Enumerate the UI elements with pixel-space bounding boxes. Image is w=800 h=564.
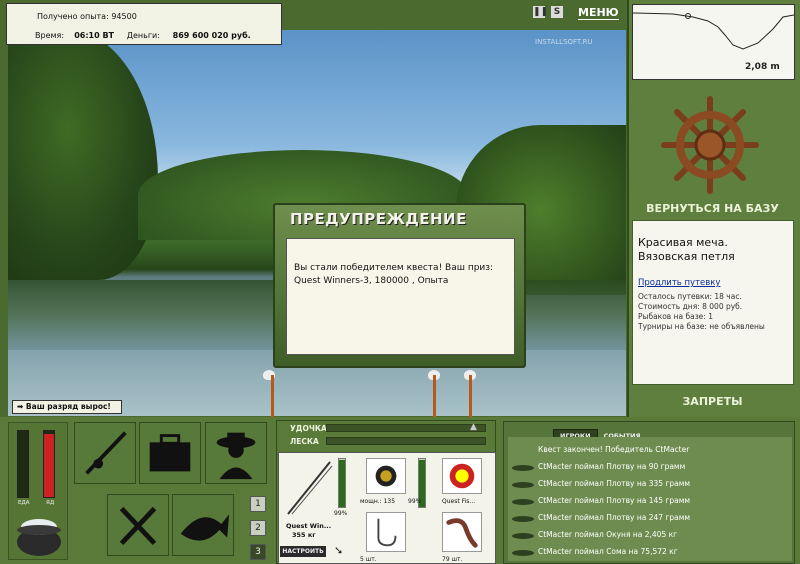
hook-slot[interactable] [366, 512, 406, 552]
rod-wear-pct: 99% [334, 510, 348, 517]
tackle-box-icon [149, 434, 191, 472]
event-row: CtMacter поймал Сома на 75,572 кг [538, 547, 678, 556]
money-value: 869 600 020 руб. [172, 31, 251, 40]
reel-power: мощн.: 135 [360, 498, 396, 505]
rod-icon [287, 461, 333, 515]
experience-label: Получено опыта: [37, 12, 109, 21]
bait-meter-label: ЯД [46, 500, 55, 506]
rod-stand[interactable] [271, 375, 274, 420]
experience-value: 94500 [111, 12, 137, 21]
rank-notice-text: Ваш разряд вырос! [25, 402, 111, 411]
food-meter-label: ЕДА [18, 500, 30, 506]
fish-icon [512, 550, 534, 556]
triangle-up-icon[interactable]: ▲ [470, 422, 477, 432]
hook-count: 5 шт. [360, 556, 377, 563]
event-row: CtMacter поймал Плотву на 90 грамм [538, 462, 686, 471]
reel-icon [375, 465, 397, 487]
rod-tension-bar [326, 424, 486, 432]
rod-weight: 355 кг [292, 531, 316, 539]
fish-icon [512, 499, 534, 505]
event-row: CtMacter поймал Плотву на 145 грамм [538, 496, 691, 505]
fish-tile[interactable] [172, 494, 234, 556]
fishing-rod-icon [85, 431, 127, 475]
arrow-down-right-icon[interactable]: ➘ [334, 544, 343, 557]
top-controls: ❚❚ S [533, 6, 569, 24]
kitchen-tile[interactable] [107, 494, 169, 556]
rod-label: УДОЧКА [290, 424, 327, 433]
worm-icon [446, 518, 478, 548]
bait-meter-fill [44, 434, 54, 497]
bans-button[interactable]: ЗАПРЕТЫ [640, 395, 785, 408]
page-button-3[interactable]: 3 [250, 544, 266, 560]
arrow-right-icon: ➡ [17, 402, 24, 411]
return-to-base-button[interactable]: ВЕРНУТЬСЯ НА БАЗУ [640, 202, 785, 215]
hook-icon [377, 518, 397, 547]
dialog-message: Вы стали победителем квеста! Ваш приз: Q… [294, 263, 494, 286]
time-value: 06:10 ВТ [74, 31, 115, 40]
event-row: Квест закончен! Победитель CtMacter [538, 445, 690, 454]
location-title: Красивая меча. Вязовская петля [638, 236, 735, 263]
event-row: CtMacter поймал Плотву на 247 грамм [538, 513, 691, 522]
depth-value: 2,08 m [745, 62, 780, 72]
trees-left [8, 30, 158, 280]
rod-name: Quest Win... [286, 522, 332, 530]
event-row: CtMacter поймал Плотву на 335 грамм [538, 479, 691, 488]
pause-icon[interactable]: ❚❚ [533, 6, 548, 18]
setup-button[interactable]: НАСТРОИТЬ [280, 546, 326, 557]
dialog-title: ПРЕДУПРЕЖДЕНИЕ [290, 210, 467, 228]
line-tension-bar [326, 437, 486, 445]
rod-slot[interactable] [284, 458, 334, 518]
rod-stand[interactable] [433, 375, 436, 420]
fisherman-tile[interactable] [205, 422, 267, 484]
line-label: ЛЕСКА [290, 437, 319, 446]
info-pass-remaining: Осталось путевки: 18 час. [638, 292, 742, 301]
status-panel: Получено опыта: 94500 Время: 06:10 ВТ Де… [6, 3, 282, 45]
sound-toggle[interactable]: S [551, 6, 563, 18]
watermark: INSTALLSOFT.RU [535, 38, 593, 46]
rod-wear-bar [338, 458, 346, 508]
fish-icon [512, 516, 534, 522]
reel-wear-pct: 99% [408, 498, 422, 505]
info-day-cost: Стоимость дня: 8 000 руб. [638, 302, 743, 311]
rods-tile[interactable] [74, 422, 136, 484]
lure-slot[interactable] [442, 458, 482, 494]
fisherman-icon [216, 432, 256, 480]
page-button-2[interactable]: 2 [250, 520, 266, 536]
info-anglers-on-base: Рыбаков на базе: 1 [638, 312, 713, 321]
ship-wheel-icon[interactable] [660, 95, 760, 195]
bait-pot-icon[interactable] [14, 512, 64, 556]
info-tournaments: Турниры на базе: не объявлены [638, 322, 765, 331]
knife-fork-icon [119, 506, 157, 546]
rank-notice[interactable]: ➡ Ваш разряд вырос! [12, 400, 122, 414]
fish-icon [512, 533, 534, 539]
food-meter [17, 430, 29, 498]
events-list: Квест закончен! Победитель CtMacter CtMa… [508, 437, 792, 561]
tackle-box-tile[interactable] [139, 422, 201, 484]
lure-icon [449, 463, 475, 489]
rod-stand[interactable] [469, 375, 472, 420]
bait-count: 79 шт. [442, 556, 463, 563]
reel-slot[interactable] [366, 458, 406, 494]
fish-icon [512, 482, 534, 488]
dialog-body [286, 238, 515, 355]
bait-slot[interactable] [442, 512, 482, 552]
page-button-1[interactable]: 1 [250, 496, 266, 512]
extend-pass-link[interactable]: Продлить путевку [638, 278, 720, 288]
money-label: Деньги: [126, 31, 160, 40]
bait-meter [43, 430, 55, 498]
time-label: Время: [35, 31, 65, 40]
fish-icon [512, 465, 534, 471]
menu-button[interactable]: МЕНЮ [578, 6, 619, 20]
fish-icon [180, 514, 230, 541]
event-row: CtMacter поймал Окуня на 2,405 кг [538, 530, 678, 539]
lure-name: Quest Fis... [442, 498, 476, 505]
